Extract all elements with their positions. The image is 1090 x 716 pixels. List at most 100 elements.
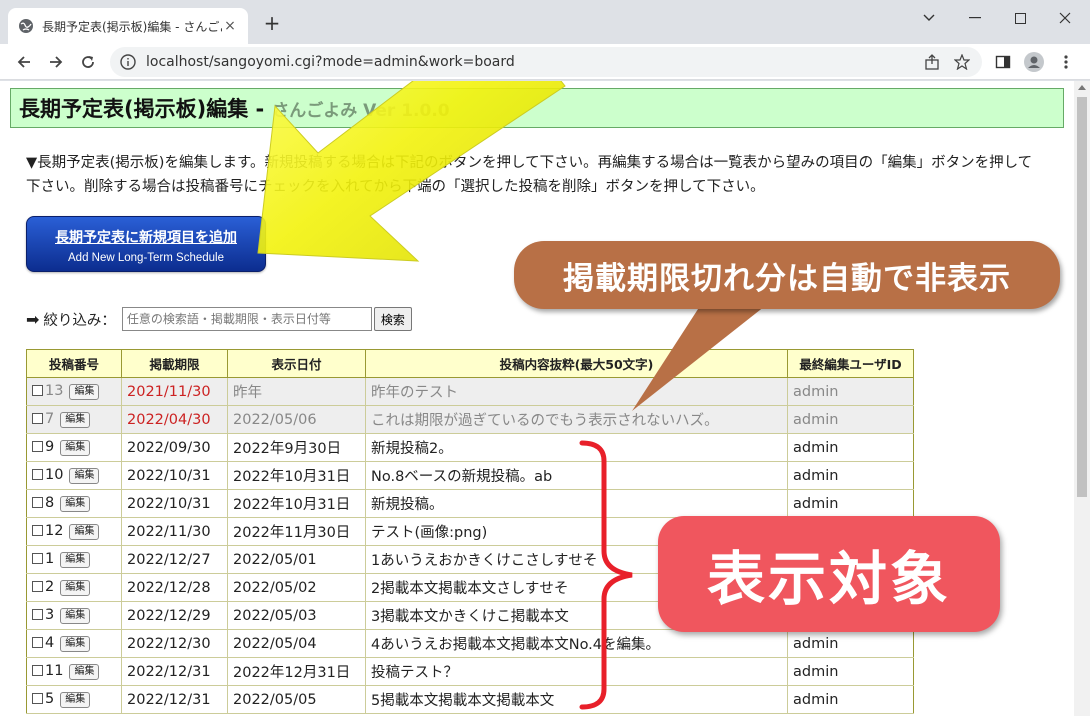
cell-post-number: 1 編集: [26, 545, 122, 574]
cell-deadline: 2022/12/27: [121, 545, 228, 574]
cell-post-number: 12 編集: [26, 517, 122, 546]
table-row: 13 編集 2021/11/30 昨年 昨年のテスト admin: [26, 377, 914, 406]
table-row: 8 編集 2022/10/31 2022年10月31日 新規投稿。 admin: [26, 489, 914, 518]
edit-button[interactable]: 編集: [60, 636, 91, 652]
side-panel-icon[interactable]: [993, 52, 1013, 72]
vertical-scrollbar[interactable]: [1074, 81, 1090, 716]
reload-icon[interactable]: [74, 48, 102, 76]
scrollbar-thumb[interactable]: [1077, 97, 1087, 497]
cell-post-number: 3 編集: [26, 601, 122, 630]
arrow-right-icon: ➡: [26, 309, 40, 329]
browser-titlebar: 長期予定表(掲示板)編集 - さんごよみ × +: [0, 0, 1090, 44]
post-number: 7: [45, 411, 55, 427]
cell-deadline: 2022/09/30: [121, 433, 228, 462]
browser-tab[interactable]: 長期予定表(掲示板)編集 - さんごよみ ×: [8, 8, 248, 44]
select-checkbox[interactable]: [32, 553, 43, 564]
cell-deadline: 2022/11/30: [121, 517, 228, 546]
maximize-icon[interactable]: [1005, 8, 1035, 28]
edit-button[interactable]: 編集: [60, 580, 91, 596]
cell-user-id: admin: [787, 629, 914, 658]
cell-content: これは期限が過ぎているのでもう表示されないハズ。: [365, 405, 788, 434]
select-checkbox[interactable]: [32, 441, 43, 452]
cell-deadline: 2022/12/30: [121, 629, 228, 658]
select-checkbox[interactable]: [32, 525, 43, 536]
callout-display-target: 表示対象: [658, 516, 1000, 632]
minimize-icon[interactable]: [960, 8, 990, 28]
filter-bar: ➡ 絞り込み： 検索: [26, 307, 412, 331]
profile-avatar-icon[interactable]: [1024, 52, 1044, 72]
cell-display-date: 2022年12月31日: [227, 657, 366, 686]
edit-button[interactable]: 編集: [60, 412, 91, 428]
select-checkbox[interactable]: [32, 693, 43, 704]
post-number: 3: [45, 607, 55, 623]
cell-display-date: 2022/05/02: [227, 573, 366, 602]
address-bar[interactable]: localhost/sangoyomi.cgi?mode=admin&work=…: [110, 47, 982, 77]
callout-shown-text: 表示対象: [706, 545, 951, 613]
filter-input[interactable]: [121, 307, 372, 331]
cell-display-date: 2022年9月30日: [227, 433, 366, 462]
globe-icon: [19, 19, 33, 33]
cell-post-number: 7 編集: [26, 405, 122, 434]
bookmark-star-icon[interactable]: [952, 52, 972, 72]
cell-content: 投稿テスト？: [365, 657, 788, 686]
scroll-up-icon[interactable]: [1078, 85, 1086, 90]
add-schedule-button[interactable]: 長期予定表に新規項目を追加 Add New Long-Term Schedule: [26, 216, 266, 272]
browser-toolbar: localhost/sangoyomi.cgi?mode=admin&work=…: [0, 44, 1090, 80]
search-button[interactable]: 検索: [373, 307, 412, 331]
edit-button[interactable]: 編集: [60, 496, 91, 512]
cell-user-id: admin: [787, 657, 914, 686]
select-checkbox[interactable]: [32, 609, 43, 620]
share-icon[interactable]: [922, 52, 942, 72]
select-checkbox[interactable]: [32, 581, 43, 592]
cell-user-id: admin: [787, 461, 914, 490]
edit-button[interactable]: 編集: [69, 468, 100, 484]
select-checkbox[interactable]: [32, 665, 43, 676]
edit-button[interactable]: 編集: [60, 440, 91, 456]
menu-kebab-icon[interactable]: [1056, 52, 1076, 72]
callout-expired-text: 掲載期限切れ分は自動で非表示: [563, 260, 1011, 297]
page-title-bar: 長期予定表(掲示板)編集 - さんごよみ Ver 1.0.0: [10, 88, 1064, 128]
cell-display-date: 2022/05/03: [227, 601, 366, 630]
forward-icon[interactable]: [42, 48, 70, 76]
cell-deadline: 2022/12/31: [121, 685, 228, 714]
post-number: 9: [45, 439, 55, 455]
cell-deadline: 2022/12/29: [121, 601, 228, 630]
cell-deadline: 2022/12/28: [121, 573, 228, 602]
tab-close-icon[interactable]: ×: [222, 18, 238, 34]
edit-button[interactable]: 編集: [60, 692, 91, 708]
select-checkbox[interactable]: [32, 413, 43, 424]
page-title: 長期予定表(掲示板)編集 -: [19, 97, 265, 121]
edit-button[interactable]: 編集: [69, 664, 100, 680]
cell-deadline: 2022/04/30: [121, 405, 228, 434]
post-number: 12: [45, 523, 64, 539]
cell-deadline: 2022/10/31: [121, 461, 228, 490]
tab-search-icon[interactable]: [914, 8, 944, 28]
edit-button[interactable]: 編集: [69, 384, 100, 400]
table-row: 9 編集 2022/09/30 2022年9月30日 新規投稿2。 admin: [26, 433, 914, 462]
edit-button[interactable]: 編集: [69, 524, 100, 540]
select-checkbox[interactable]: [32, 385, 43, 396]
cell-display-date: 2022年11月30日: [227, 517, 366, 546]
close-window-icon[interactable]: [1050, 8, 1080, 28]
edit-button[interactable]: 編集: [60, 608, 91, 624]
cell-post-number: 9 編集: [26, 433, 122, 462]
info-icon[interactable]: [120, 54, 136, 70]
header-content: 投稿内容抜粋(最大50文字): [365, 349, 788, 378]
edit-button[interactable]: 編集: [60, 552, 91, 568]
cell-content: 新規投稿。: [365, 489, 788, 518]
select-checkbox[interactable]: [32, 497, 43, 508]
new-tab-button[interactable]: +: [260, 12, 284, 36]
table-row: 7 編集 2022/04/30 2022/05/06 これは期限が過ぎているのでもう表示…: [26, 405, 914, 434]
cell-content: 新規投稿2。: [365, 433, 788, 462]
cell-content: 4あいうえお掲載本文掲載本文No.4を編集。: [365, 629, 788, 658]
filter-label: 絞り込み：: [43, 312, 116, 329]
cell-display-date: 2022年10月31日: [227, 461, 366, 490]
cell-display-date: 昨年: [227, 377, 366, 406]
cell-content: No.8ベースの新規投稿。ab: [365, 461, 788, 490]
post-number: 1: [45, 551, 55, 567]
select-checkbox[interactable]: [32, 469, 43, 480]
cell-display-date: 2022/05/05: [227, 685, 366, 714]
select-checkbox[interactable]: [32, 637, 43, 648]
back-icon[interactable]: [10, 48, 38, 76]
cell-deadline: 2022/12/31: [121, 657, 228, 686]
